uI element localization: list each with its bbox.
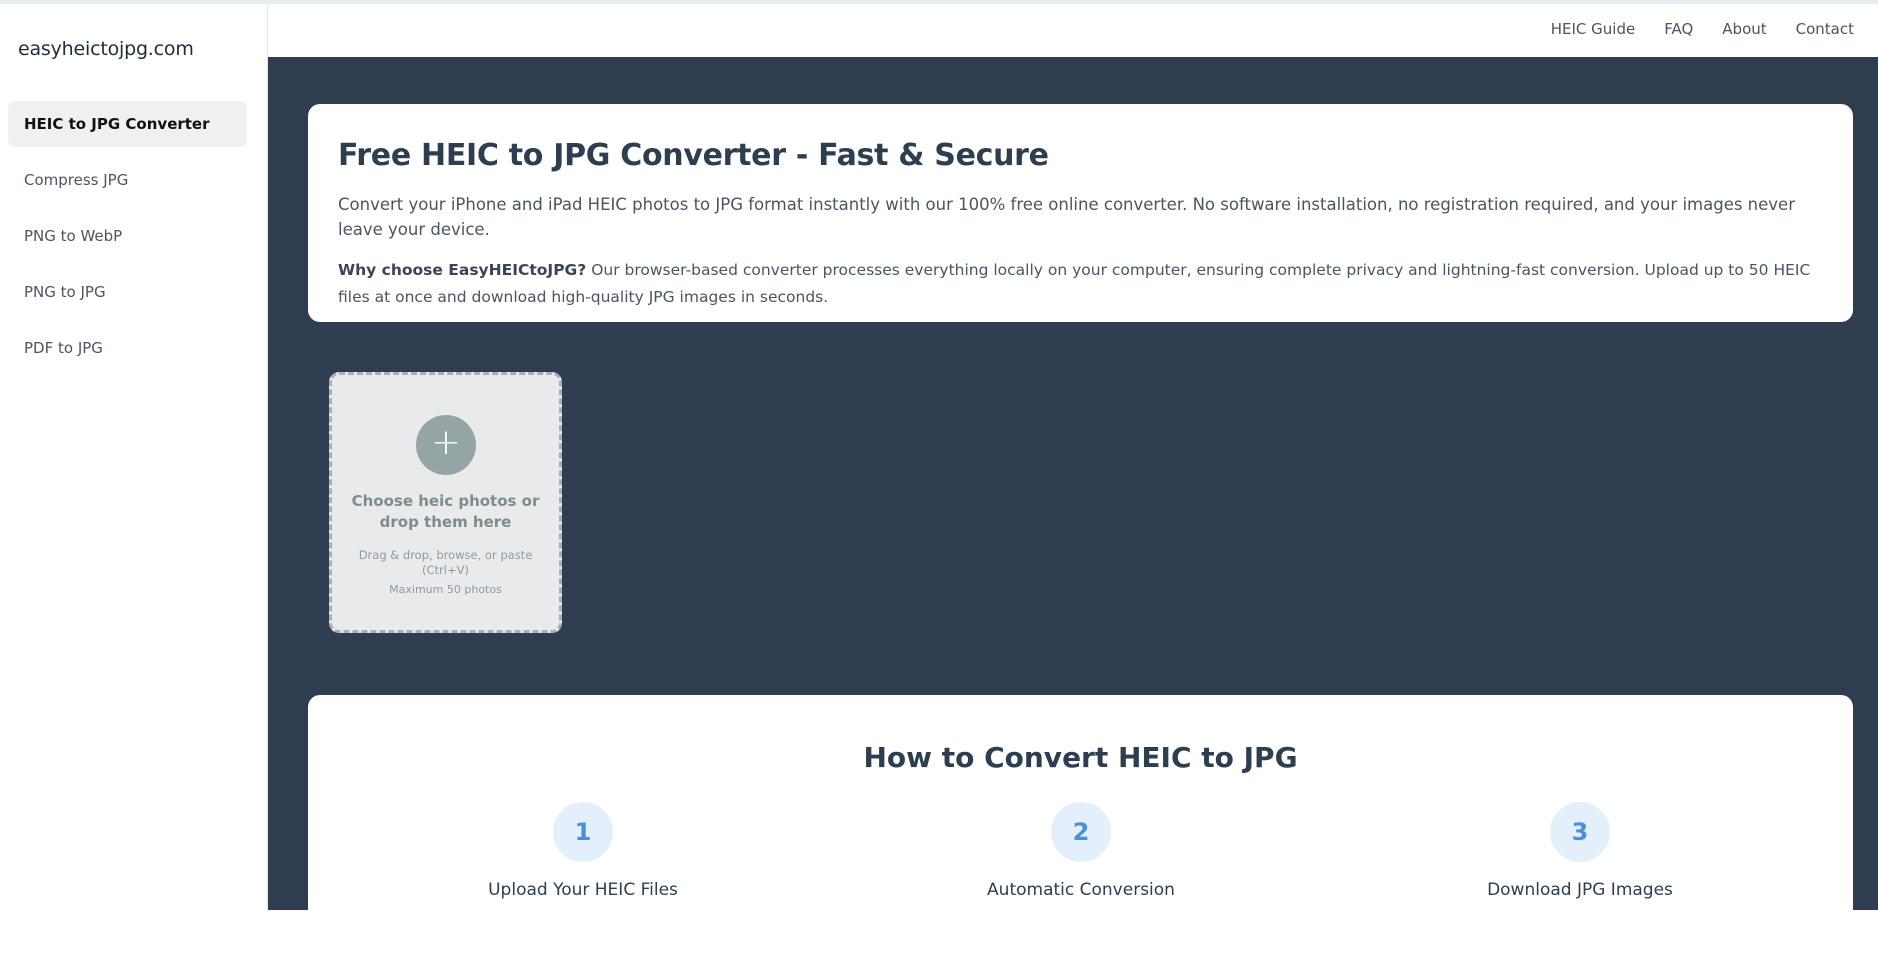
page-title: Free HEIC to JPG Converter - Fast & Secu…: [338, 138, 1049, 173]
sidebar-item-png-to-jpg[interactable]: PNG to JPG: [8, 269, 247, 315]
step-title: Upload Your HEIC Files: [488, 880, 678, 900]
main-content: Free HEIC to JPG Converter - Fast & Secu…: [268, 57, 1878, 955]
sidebar-item-compress-jpg[interactable]: Compress JPG: [8, 157, 247, 203]
nav-link-contact[interactable]: Contact: [1796, 20, 1854, 38]
header-nav: HEIC Guide FAQ About Contact: [1551, 20, 1854, 38]
upload-title: Choose heic photos or drop them here: [351, 492, 540, 531]
sidebar-item-pdf-to-jpg[interactable]: PDF to JPG: [8, 325, 247, 371]
why-choose-paragraph: Why choose EasyHEICtoJPG? Our browser-ba…: [338, 257, 1828, 311]
nav-link-about[interactable]: About: [1722, 20, 1766, 38]
nav-link-heic-guide[interactable]: HEIC Guide: [1551, 20, 1635, 38]
step-number-badge: 1: [553, 802, 613, 862]
sidebar-item-heic-to-jpg[interactable]: HEIC to JPG Converter: [8, 101, 247, 147]
top-header: HEIC Guide FAQ About Contact: [268, 4, 1878, 57]
upload-hint: Drag & drop, browse, or paste (Ctrl+V): [358, 548, 533, 577]
brand-logo[interactable]: easyheictojpg.com: [18, 38, 194, 60]
step-number-badge: 2: [1051, 802, 1111, 862]
step-number-badge: 3: [1550, 802, 1610, 862]
step-3: 3 Download JPG Images: [1430, 802, 1730, 900]
upload-dropzone[interactable]: + Choose heic photos or drop them here D…: [329, 372, 562, 633]
why-choose-label: Why choose EasyHEICtoJPG?: [338, 260, 587, 279]
sidebar: easyheictojpg.com HEIC to JPG Converter …: [0, 4, 268, 910]
how-to-title: How to Convert HEIC to JPG: [863, 741, 1298, 774]
upload-max-count: Maximum 50 photos: [389, 583, 502, 596]
step-1: 1 Upload Your HEIC Files: [433, 802, 733, 900]
nav-link-faq[interactable]: FAQ: [1664, 20, 1693, 38]
step-title: Download JPG Images: [1487, 880, 1673, 900]
sidebar-nav: HEIC to JPG Converter Compress JPG PNG t…: [8, 101, 247, 381]
step-title: Automatic Conversion: [987, 880, 1175, 900]
plus-icon[interactable]: +: [416, 415, 476, 475]
how-to-card: How to Convert HEIC to JPG 1 Upload Your…: [308, 695, 1853, 955]
step-2: 2 Automatic Conversion: [931, 802, 1231, 900]
sidebar-item-png-to-webp[interactable]: PNG to WebP: [8, 213, 247, 259]
intro-card: Free HEIC to JPG Converter - Fast & Secu…: [308, 104, 1853, 322]
intro-description: Convert your iPhone and iPad HEIC photos…: [338, 195, 1795, 239]
